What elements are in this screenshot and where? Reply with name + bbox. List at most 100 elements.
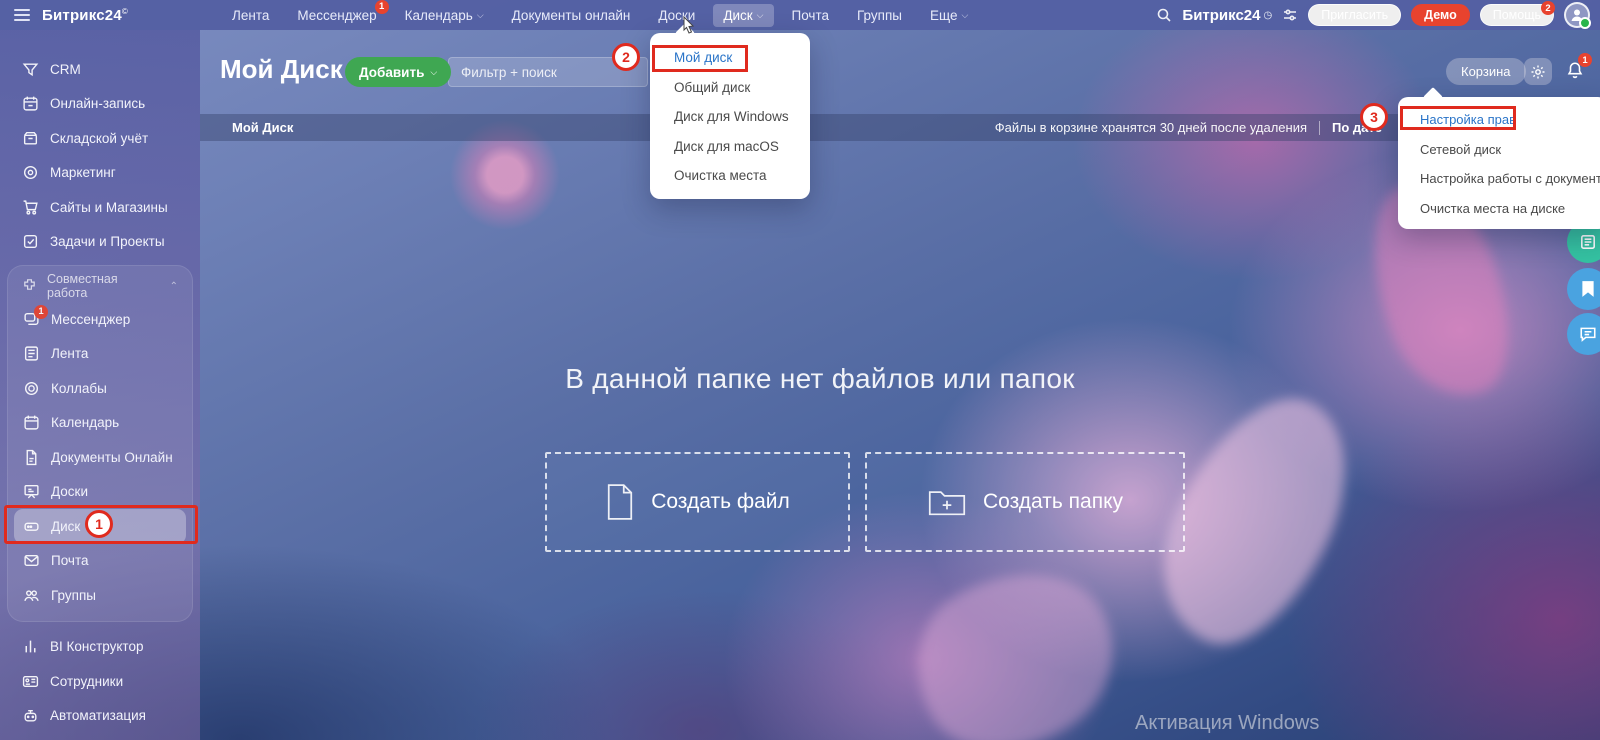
sidebar-item[interactable]: Коллабы <box>8 371 192 406</box>
user-avatar[interactable] <box>1564 2 1590 28</box>
news-icon <box>1579 233 1597 251</box>
top-nav-item[interactable]: Документы онлайн <box>502 4 641 27</box>
sidebar-item[interactable]: Доски <box>8 475 192 510</box>
top-nav-item[interactable]: Календарь ⌵ <box>395 4 494 27</box>
top-nav: Лента Мессенджер 1 Календарь ⌵ Документы… <box>222 4 978 27</box>
sidebar-item[interactable]: Группы <box>8 578 192 613</box>
collab-icon <box>23 380 40 397</box>
folder-plus-icon <box>927 486 967 518</box>
top-nav-item[interactable]: Лента <box>222 4 279 27</box>
funnel-icon <box>22 61 39 78</box>
sliders-icon[interactable] <box>1282 7 1298 23</box>
sidebar-item[interactable]: Сайты и Магазины <box>0 190 200 225</box>
breadcrumb[interactable]: Мой Диск <box>232 120 293 135</box>
top-nav-item[interactable]: Диск ⌵ <box>713 4 773 27</box>
document-icon <box>23 449 40 466</box>
calendar-icon <box>23 414 40 431</box>
disk-icon <box>23 518 40 535</box>
sidebar-group-header[interactable]: Совместная работа ⌃ <box>8 270 192 302</box>
topbar-left: Битрикс24© <box>0 7 200 24</box>
settings-menu-item[interactable]: Настройка прав <box>1398 105 1600 135</box>
top-nav-item[interactable]: Еще ⌵ <box>920 4 978 27</box>
warehouse-icon <box>22 130 39 147</box>
file-icon <box>605 483 635 521</box>
create-folder-button[interactable]: Создать папку <box>865 452 1185 552</box>
chevron-down-icon: ⌵ <box>961 10 968 21</box>
breadcrumb-strip: Мой Диск Файлы в корзине хранятся 30 дне… <box>200 114 1600 141</box>
online-status-dot <box>1579 17 1591 29</box>
chevron-up-icon: ⌃ <box>170 281 178 292</box>
demo-button[interactable]: Демо <box>1411 4 1470 26</box>
disk-menu-item[interactable]: Общий диск <box>650 73 810 103</box>
sidebar-item[interactable]: Лента <box>8 337 192 372</box>
sort-by-date-control[interactable]: По дате <box>1332 120 1382 135</box>
badge-card-icon <box>22 673 39 690</box>
windows-activation-watermark: Активация Windows <box>1135 712 1319 735</box>
divider <box>1319 121 1320 135</box>
help-button[interactable]: Помощь2 <box>1480 4 1554 26</box>
top-nav-item[interactable]: Мессенджер 1 <box>287 4 386 27</box>
target-icon <box>22 164 39 181</box>
sidebar-item[interactable]: 1 Мессенджер <box>8 302 192 337</box>
sidebar-item[interactable]: Календарь <box>8 406 192 441</box>
cart-icon <box>22 199 39 216</box>
settings-menu-item[interactable]: Настройка работы с документами <box>1398 164 1600 194</box>
disk-menu-item[interactable]: Диск для Windows <box>650 102 810 132</box>
notification-badge: 1 <box>34 305 48 319</box>
settings-dropdown-menu: Настройка правСетевой дискНастройка рабо… <box>1398 97 1600 229</box>
top-nav-item[interactable]: Группы <box>847 4 912 27</box>
sidebar-collab-group: Совместная работа ⌃ 1 Мессенджер Лента К… <box>7 265 193 622</box>
sidebar-top-section: CRM Онлайн-запись Складской учёт Маркети… <box>0 52 200 259</box>
trash-button[interactable]: Корзина <box>1446 58 1526 85</box>
calendar-edit-icon <box>22 95 39 112</box>
create-file-button[interactable]: Создать файл <box>545 452 850 552</box>
add-button[interactable]: Добавить⌵ <box>345 57 451 87</box>
page-title: Мой Диск <box>220 54 343 85</box>
sidebar-item[interactable]: Автоматизация <box>0 699 200 734</box>
task-check-icon <box>22 233 39 250</box>
sidebar-item[interactable]: Онлайн-запись <box>0 87 200 122</box>
chat-bubble-icon <box>1579 325 1597 343</box>
disk-dropdown-menu: Мой дискОбщий дискДиск для WindowsДиск д… <box>650 33 810 199</box>
topbar-right: Битрикс24◷ Пригласить Демо Помощь2 <box>1156 2 1600 28</box>
sidebar-item[interactable]: Задачи и Проекты <box>0 225 200 260</box>
gear-button[interactable] <box>1524 58 1552 85</box>
invite-button[interactable]: Пригласить <box>1308 4 1401 26</box>
sidebar-item[interactable]: CRM <box>0 52 200 87</box>
sidebar-item[interactable]: Складской учёт <box>0 121 200 156</box>
sidebar-item[interactable]: BI Конструктор <box>0 630 200 665</box>
top-nav-item[interactable]: Доски <box>648 4 705 27</box>
sidebar-item[interactable]: Маркетинг <box>0 156 200 191</box>
disk-menu-item[interactable]: Очистка места <box>650 161 810 191</box>
notification-badge: 1 <box>375 0 389 14</box>
help-badge: 2 <box>1541 1 1555 15</box>
trash-retention-note: Файлы в корзине хранятся 30 дней после у… <box>995 120 1307 135</box>
bookmark-icon <box>1580 280 1596 298</box>
top-nav-item[interactable]: Почта <box>782 4 840 27</box>
portal-brand[interactable]: Битрикс24◷ <box>1182 7 1272 24</box>
sidebar-item[interactable]: Диск <box>14 509 186 544</box>
disk-menu-item[interactable]: Диск для macOS <box>650 132 810 162</box>
disk-menu-item[interactable]: Мой диск <box>650 43 810 73</box>
chat-icon: 1 <box>23 311 40 328</box>
empty-folder-message: В данной папке нет файлов или папок <box>545 363 1095 395</box>
sidebar-item[interactable]: Почта <box>8 544 192 579</box>
feed-icon <box>23 345 40 362</box>
mail-icon <box>23 552 40 569</box>
board-icon <box>23 483 40 500</box>
app-logo[interactable]: Битрикс24© <box>42 7 128 24</box>
chevron-down-icon: ⌵ <box>430 67 437 78</box>
filter-search-input[interactable] <box>448 57 648 87</box>
people-icon <box>23 587 40 604</box>
hamburger-menu-icon[interactable] <box>14 9 30 21</box>
search-icon[interactable] <box>1156 7 1172 23</box>
notifications-bell-button[interactable]: 1 <box>1562 58 1588 85</box>
sidebar-item[interactable]: Документы Онлайн <box>8 440 192 475</box>
settings-menu-item[interactable]: Сетевой диск <box>1398 135 1600 165</box>
robot-icon <box>22 707 39 724</box>
bi-chart-icon <box>22 638 39 655</box>
sidebar-item[interactable]: Сотрудники <box>0 664 200 699</box>
sidebar: CRM Онлайн-запись Складской учёт Маркети… <box>0 30 200 740</box>
clock-icon: ◷ <box>1264 10 1273 21</box>
settings-menu-item[interactable]: Очистка места на диске <box>1398 194 1600 224</box>
